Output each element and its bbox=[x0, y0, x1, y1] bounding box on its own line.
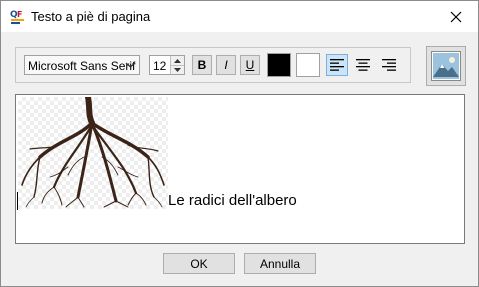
align-right-icon bbox=[382, 59, 396, 71]
font-size-spin-buttons bbox=[170, 56, 184, 74]
window-title: Testo a piè di pagina bbox=[31, 9, 151, 24]
chevron-down-icon bbox=[125, 62, 136, 68]
svg-text:F: F bbox=[17, 10, 22, 19]
align-center-button[interactable] bbox=[352, 54, 374, 76]
arrow-down-icon bbox=[174, 67, 181, 72]
close-icon bbox=[450, 11, 462, 22]
underline-button[interactable]: U bbox=[240, 55, 260, 75]
align-left-button[interactable] bbox=[326, 54, 348, 76]
tree-roots-image bbox=[18, 95, 168, 209]
rich-text-editor[interactable]: Le radici dell'albero bbox=[15, 94, 465, 244]
italic-button[interactable]: I bbox=[216, 55, 236, 75]
background-color-swatch[interactable] bbox=[296, 53, 320, 77]
spin-down-button[interactable] bbox=[171, 65, 184, 74]
font-size-value: 12 bbox=[153, 59, 167, 73]
formatting-toolbar: Microsoft Sans Serif 12 B I U bbox=[15, 47, 411, 83]
text-color-swatch[interactable] bbox=[267, 53, 291, 77]
font-family-select[interactable]: Microsoft Sans Serif bbox=[24, 55, 140, 75]
title-bar: Q F Testo a piè di pagina bbox=[1, 1, 478, 32]
font-size-stepper[interactable]: 12 bbox=[149, 55, 185, 75]
align-left-icon bbox=[330, 59, 344, 71]
insert-image-button[interactable] bbox=[426, 46, 466, 86]
insert-image-icon bbox=[431, 51, 461, 81]
app-icon: Q F bbox=[9, 8, 26, 25]
editor-content-text: Le radici dell'albero bbox=[168, 192, 297, 209]
ok-button[interactable]: OK bbox=[163, 253, 235, 274]
bold-button[interactable]: B bbox=[192, 55, 212, 75]
align-right-button[interactable] bbox=[378, 54, 400, 76]
font-family-value: Microsoft Sans Serif bbox=[28, 59, 136, 73]
dialog-window: Q F Testo a piè di pagina Microsoft Sans… bbox=[0, 0, 479, 287]
text-caret bbox=[17, 192, 18, 210]
close-button[interactable] bbox=[434, 1, 478, 32]
align-center-icon bbox=[356, 59, 370, 71]
arrow-up-icon bbox=[174, 58, 181, 63]
cancel-button[interactable]: Annulla bbox=[244, 253, 316, 274]
